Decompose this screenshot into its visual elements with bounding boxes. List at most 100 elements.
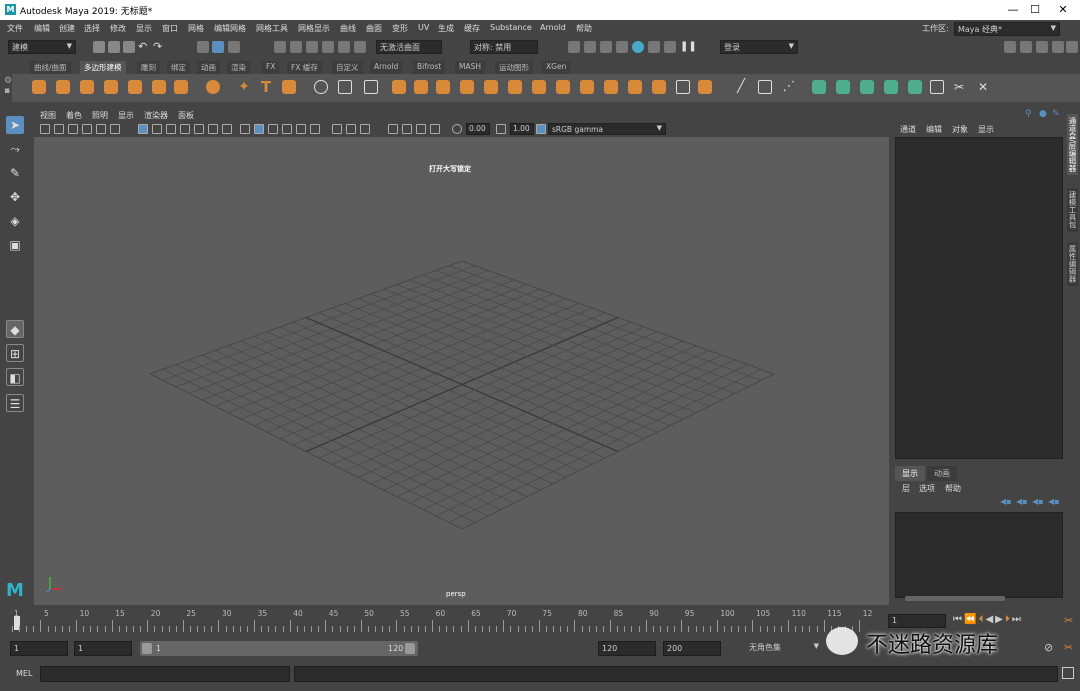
undo-icon[interactable]: ↶	[138, 41, 150, 53]
shelf-tab-rigging[interactable]: 绑定	[167, 61, 190, 74]
menu-edit-mesh[interactable]: 编辑网格	[214, 23, 246, 34]
poly-cube-icon[interactable]	[56, 80, 70, 94]
fill-hole-icon[interactable]	[652, 80, 666, 94]
menu-arnold[interactable]: Arnold	[540, 23, 566, 32]
select-camera-icon[interactable]	[40, 124, 50, 134]
scale-tool-icon[interactable]: ▣	[6, 236, 24, 254]
shelf-tab-fx-caching[interactable]: FX 缓存	[287, 61, 322, 74]
film-gate-icon[interactable]	[152, 124, 162, 134]
panel-menu-lighting[interactable]: 照明	[92, 110, 108, 121]
attribute-icon[interactable]: ●	[1039, 109, 1047, 119]
shelf-tab-motion-graphics[interactable]: 运动图形	[495, 61, 533, 74]
exposure-icon[interactable]	[452, 124, 462, 134]
new-layer-selected-icon[interactable]: ◀▪	[1032, 497, 1044, 506]
poly-plane-icon[interactable]	[152, 80, 166, 94]
tab-channel-box-layer-editor[interactable]: 通道盒/层编辑器	[1067, 114, 1078, 176]
mel-label[interactable]: MEL	[16, 669, 32, 678]
menu-file[interactable]: 文件	[7, 23, 23, 34]
menu-generate[interactable]: 生成	[438, 23, 454, 34]
play-forward-icon[interactable]: ▶	[995, 614, 1005, 625]
extrude-icon[interactable]	[556, 80, 570, 94]
bookmarks-icon[interactable]	[68, 124, 78, 134]
shelf-tab-sculpting[interactable]: 雕刻	[137, 61, 160, 74]
panel-menu-renderer[interactable]: 渲染器	[144, 110, 168, 121]
tool-settings-icon[interactable]	[1036, 41, 1048, 53]
tab-modeling-toolkit[interactable]: 建模工具包	[1067, 188, 1078, 232]
poly-torus-icon[interactable]	[128, 80, 142, 94]
go-to-start-icon[interactable]: ⏮	[953, 614, 964, 625]
animation-preferences-icon[interactable]: ✂	[1064, 614, 1073, 627]
single-perspective-layout-icon[interactable]: ◆	[6, 320, 24, 338]
new-scene-icon[interactable]	[93, 41, 105, 53]
tab-attribute-editor[interactable]: 属性编辑器	[1067, 242, 1078, 286]
menu-curves[interactable]: 曲线	[340, 23, 356, 34]
automatic-uv-icon[interactable]	[884, 80, 898, 94]
gamma-icon[interactable]	[496, 124, 506, 134]
insert-edge-loop-icon[interactable]	[758, 80, 772, 94]
menu-edit[interactable]: 编辑	[34, 23, 50, 34]
xray-icon[interactable]	[402, 124, 412, 134]
attribute-editor-icon[interactable]	[1020, 41, 1032, 53]
snap-grid-icon[interactable]	[274, 41, 286, 53]
menu-deform[interactable]: 变形	[392, 23, 408, 34]
shelf-tab-fx[interactable]: FX	[262, 61, 280, 74]
collapse-icon[interactable]	[698, 80, 712, 94]
sew-uv-icon[interactable]: ✕	[976, 80, 990, 94]
shelf-tab-bifrost[interactable]: Bifrost	[413, 61, 446, 74]
arnold-render-icon[interactable]	[648, 41, 660, 53]
smooth-shade-icon[interactable]	[254, 124, 264, 134]
resolution-gate-icon[interactable]	[166, 124, 176, 134]
layer-menu-options[interactable]: 选项	[919, 483, 935, 494]
safe-action-icon[interactable]	[208, 124, 218, 134]
platonic-solid-icon[interactable]	[206, 80, 220, 94]
uv-editor-icon[interactable]	[930, 80, 944, 94]
menu-set-select[interactable]: 建模 ▼	[8, 40, 76, 54]
transform-align-icon[interactable]	[364, 80, 378, 94]
motion-blur-icon[interactable]	[346, 124, 356, 134]
lock-icon[interactable]	[1066, 41, 1078, 53]
range-end-handle[interactable]	[405, 643, 415, 654]
super-shape-icon[interactable]: ✦	[237, 80, 251, 94]
close-button[interactable]: ✕	[1050, 3, 1076, 17]
menu-substance[interactable]: Substance	[490, 23, 532, 32]
channelbox-menu-edit[interactable]: 编辑	[926, 124, 942, 135]
color-management-icon[interactable]	[536, 124, 546, 134]
wireframe-icon[interactable]	[240, 124, 250, 134]
wireframe-on-shaded-icon[interactable]	[268, 124, 278, 134]
gamma-field[interactable]: 1.00	[510, 123, 534, 135]
panel-menu-panels[interactable]: 面板	[178, 110, 194, 121]
live-surface-field[interactable]: 无激活曲面	[376, 40, 442, 54]
menu-modify[interactable]: 修改	[110, 23, 126, 34]
range-slider[interactable]: 1 120	[140, 641, 418, 656]
play-backward-icon[interactable]: ◀	[985, 614, 995, 625]
menu-create[interactable]: 创建	[59, 23, 75, 34]
animation-end-field[interactable]: 200	[663, 641, 721, 656]
gate-mask-icon[interactable]	[180, 124, 190, 134]
merge-icon[interactable]	[676, 80, 690, 94]
snap-together-icon[interactable]	[314, 80, 328, 94]
maximize-button[interactable]: ☐	[1022, 3, 1048, 17]
render-sequence-icon[interactable]	[584, 41, 596, 53]
step-back-key-icon[interactable]: ⏪	[964, 614, 978, 625]
panel-menu-show[interactable]: 显示	[118, 110, 134, 121]
redo-icon[interactable]: ↷	[153, 41, 165, 53]
cylindrical-uv-icon[interactable]	[836, 80, 850, 94]
snap-pivot-icon[interactable]	[354, 41, 366, 53]
channel-box-icon[interactable]	[1052, 41, 1064, 53]
separate-icon[interactable]	[414, 80, 428, 94]
xray-joints-icon[interactable]	[430, 124, 440, 134]
range-start-handle[interactable]	[142, 643, 152, 654]
snap-point-icon[interactable]	[306, 41, 318, 53]
unfold-uv-icon[interactable]	[908, 80, 922, 94]
grease-pencil-icon[interactable]	[110, 124, 120, 134]
shelf-tab-rendering[interactable]: 渲染	[227, 61, 250, 74]
menu-mesh[interactable]: 网格	[188, 23, 204, 34]
two-d-pan-icon[interactable]	[96, 124, 106, 134]
two-view-layout-icon[interactable]: ◧	[6, 368, 24, 386]
select-component-icon[interactable]	[228, 41, 240, 53]
retopologize-icon[interactable]	[532, 80, 546, 94]
select-tool-icon[interactable]: ➤	[6, 116, 24, 134]
preferences-icon[interactable]: ✂	[1064, 641, 1073, 654]
exposure-field[interactable]: 0.00	[466, 123, 490, 135]
textured-icon[interactable]	[282, 124, 292, 134]
